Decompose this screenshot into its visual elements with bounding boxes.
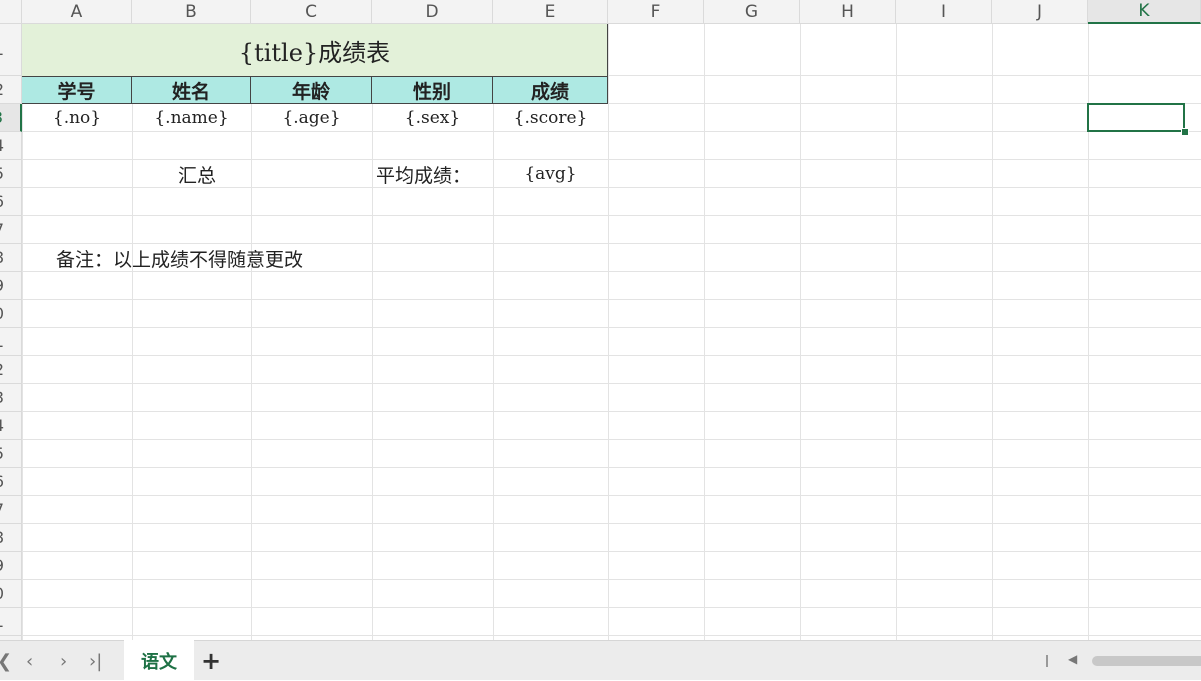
row-header-5[interactable]: 5	[0, 160, 22, 188]
header-cell-sex[interactable]: 性别	[372, 76, 493, 104]
gridline-horizontal	[22, 215, 1201, 216]
template-cell-age[interactable]: {.age}	[251, 104, 372, 132]
template-cell-score[interactable]: {.score}	[493, 104, 608, 132]
gridline-horizontal	[22, 299, 1201, 300]
scroll-left-icon[interactable]: ◀	[1068, 652, 1077, 666]
gridline-horizontal	[22, 355, 1201, 356]
gridline-horizontal	[22, 439, 1201, 440]
row-header-2[interactable]: 2	[0, 76, 22, 104]
gridline-horizontal	[22, 551, 1201, 552]
gridline-horizontal	[22, 607, 1201, 608]
gridline-vertical	[992, 24, 993, 640]
row-header-6[interactable]: 6	[0, 188, 22, 216]
row-header-12[interactable]: 12	[0, 356, 22, 384]
gridline-vertical	[608, 24, 609, 640]
row-header-17[interactable]: 17	[0, 496, 22, 524]
column-header-b[interactable]: B	[132, 0, 251, 24]
sheet-tab-bar: ❮ ‹ › ›| 语文 + ◀	[0, 640, 1201, 681]
title-cell[interactable]: {title}成绩表	[22, 24, 608, 76]
gridline-horizontal	[22, 383, 1201, 384]
prev-sheet-icon[interactable]: ‹	[26, 651, 33, 672]
column-header-c[interactable]: C	[251, 0, 372, 24]
column-header-f[interactable]: F	[608, 0, 704, 24]
gridline-horizontal	[22, 523, 1201, 524]
summary-label-cell[interactable]: 汇总	[22, 160, 372, 188]
header-cell-no[interactable]: 学号	[22, 76, 132, 104]
row-header-21[interactable]: 21	[0, 608, 22, 636]
fill-handle[interactable]	[1181, 128, 1189, 136]
row-header-9[interactable]: 9	[0, 272, 22, 300]
row-header-10[interactable]: 10	[0, 300, 22, 328]
template-cell-sex[interactable]: {.sex}	[372, 104, 493, 132]
header-cell-score[interactable]: 成绩	[493, 76, 608, 104]
select-all-corner[interactable]	[0, 0, 22, 24]
column-header-j[interactable]: J	[992, 0, 1088, 24]
header-cell-name[interactable]: 姓名	[132, 76, 251, 104]
row-header-13[interactable]: 13	[0, 384, 22, 412]
add-sheet-button[interactable]: +	[201, 647, 221, 675]
gridline-horizontal	[22, 327, 1201, 328]
gridline-horizontal	[22, 467, 1201, 468]
row-header-15[interactable]: 15	[0, 440, 22, 468]
column-header-a[interactable]: A	[22, 0, 132, 24]
template-cell-name[interactable]: {.name}	[132, 104, 251, 132]
row-header-3[interactable]: 3	[0, 104, 22, 132]
sheet-tab-active[interactable]: 语文	[124, 640, 194, 681]
row-header-7[interactable]: 7	[0, 216, 22, 244]
gridline-horizontal	[22, 495, 1201, 496]
first-sheet-icon[interactable]: ❮	[0, 651, 12, 672]
avg-label-cell[interactable]: 平均成绩：	[372, 160, 493, 188]
row-header-14[interactable]: 14	[0, 412, 22, 440]
gridline-vertical	[704, 24, 705, 640]
row-header-8[interactable]: 8	[0, 244, 22, 272]
header-cell-age[interactable]: 年龄	[251, 76, 372, 104]
row-header-1[interactable]: 1	[0, 24, 22, 76]
column-header-h[interactable]: H	[800, 0, 896, 24]
gridline-horizontal	[22, 635, 1201, 636]
horizontal-scrollbar-thumb[interactable]	[1092, 656, 1201, 666]
gridline-horizontal	[22, 411, 1201, 412]
row-header-11[interactable]: 11	[0, 328, 22, 356]
active-cell-selection[interactable]	[1087, 103, 1185, 132]
spreadsheet-grid[interactable]: ABCDEFGHIJK 1234567891011121314151617181…	[0, 0, 1201, 640]
column-header-k[interactable]: K	[1088, 0, 1201, 24]
row-header-19[interactable]: 19	[0, 552, 22, 580]
column-header-e[interactable]: E	[493, 0, 608, 24]
row-header-16[interactable]: 16	[0, 468, 22, 496]
note-cell[interactable]: 备注：以上成绩不得随意更改	[22, 244, 482, 272]
gridline-vertical	[800, 24, 801, 640]
gridline-horizontal	[22, 579, 1201, 580]
next-sheet-icon[interactable]: ›	[60, 651, 67, 672]
last-sheet-icon[interactable]: ›|	[89, 651, 102, 672]
column-header-i[interactable]: I	[896, 0, 992, 24]
scroll-separator	[1046, 655, 1048, 667]
column-header-d[interactable]: D	[372, 0, 493, 24]
gridline-vertical	[896, 24, 897, 640]
column-header-g[interactable]: G	[704, 0, 800, 24]
row-header-20[interactable]: 20	[0, 580, 22, 608]
avg-value-cell[interactable]: {avg}	[493, 160, 608, 188]
row-header-18[interactable]: 18	[0, 524, 22, 552]
template-cell-no[interactable]: {.no}	[22, 104, 132, 132]
row-header-4[interactable]: 4	[0, 132, 22, 160]
